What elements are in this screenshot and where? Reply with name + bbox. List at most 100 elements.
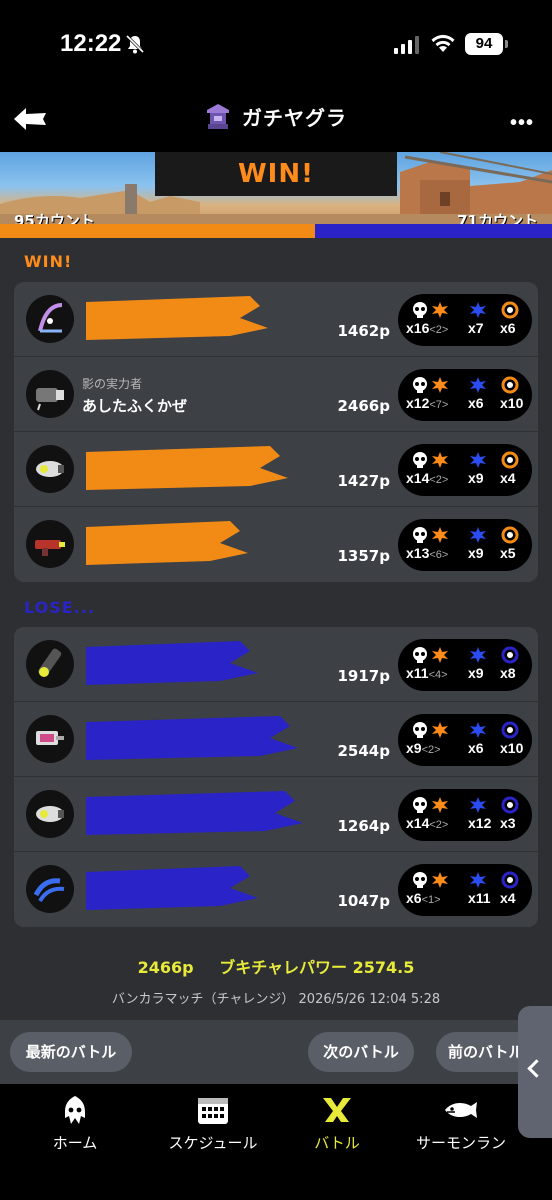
player-stats: x9<2> x6 x10 (398, 714, 532, 766)
special-weapon-icon (501, 376, 519, 394)
player-points: 2466p (337, 397, 391, 415)
player-name: あしたふくかぜ (82, 397, 188, 415)
kill-assist-count: x14<2> (406, 815, 448, 831)
tab-salmon-run[interactable]: サーモンラン (392, 1094, 530, 1153)
player-row[interactable]: 2544p x9<2> x6 x10 (14, 702, 538, 777)
next-battle-button[interactable]: 次のバトル (308, 1032, 414, 1072)
death-count: x6 (468, 395, 484, 411)
special-count: x10 (500, 740, 524, 756)
tab-home[interactable]: ホーム (6, 1094, 144, 1153)
page-title: ガチヤグラ (242, 106, 348, 130)
splat-icon (432, 377, 448, 393)
kill-assist-count: x11<4> (406, 665, 448, 681)
player-row[interactable]: 影の実力者 あしたふくかぜ 2466p x12<7> x6 x10 (14, 357, 538, 432)
player-row[interactable]: 1462p x16<2> x7 x6 (14, 282, 538, 357)
lose-team-card: 1917p x11<4> x9 x8 2544p x9<2> x6 x10 1264p x14<2… (14, 627, 538, 927)
player-stats: x16<2> x7 x6 (398, 294, 532, 346)
latest-battle-button[interactable]: 最新のバトル (10, 1032, 132, 1072)
player-row[interactable]: 1917p x11<4> x9 x8 (14, 627, 538, 702)
tab-schedule[interactable]: スケジュール (144, 1094, 282, 1153)
win-result-box: WIN! (155, 152, 397, 196)
special-weapon-icon (501, 526, 519, 544)
kill-count: x11 (406, 665, 429, 681)
special-weapon-icon (501, 301, 519, 319)
kill-count: x16 (406, 320, 430, 336)
assist-count: <1> (421, 894, 441, 906)
player-points: 1047p (337, 892, 391, 910)
player-points: 2544p (337, 742, 391, 760)
kill-count: x14 (406, 470, 430, 486)
tab-label: バトル (314, 1134, 360, 1152)
player-stats: x14<2> x12 x3 (398, 789, 532, 841)
tab-label: ホーム (52, 1134, 98, 1152)
roller-weapon-icon (26, 715, 74, 763)
death-icon (470, 872, 486, 888)
player-points: 1462p (337, 322, 391, 340)
kill-count: x12 (406, 395, 430, 411)
special-count: x8 (500, 665, 516, 681)
death-count: x9 (468, 470, 484, 486)
splat-skull-icon (413, 872, 427, 888)
death-icon (470, 452, 486, 468)
kill-assist-count: x9<2> (406, 740, 441, 756)
more-options-button[interactable]: ••• (510, 112, 534, 135)
ink-splash (86, 296, 268, 340)
side-panel-handle[interactable] (518, 1006, 552, 1138)
tower-control-icon (206, 103, 229, 129)
death-icon (470, 527, 486, 543)
kill-assist-count: x14<2> (406, 470, 448, 486)
weapon-power: ブキチャレパワー 2574.5 (219, 958, 415, 977)
calendar-icon (198, 1098, 228, 1124)
special-count: x4 (500, 470, 516, 486)
status-time: 12:22 (60, 30, 122, 57)
death-count: x6 (468, 740, 484, 756)
battle-icon (323, 1098, 351, 1122)
lose-team-label: LOSE... (24, 598, 95, 617)
player-row[interactable]: 1357p x13<6> x9 x5 (14, 507, 538, 582)
bell-muted-icon (125, 34, 145, 54)
player-row[interactable]: 1047p x6<1> x11 x4 (14, 852, 538, 927)
splat-icon (432, 872, 448, 888)
kill-count: x13 (406, 545, 430, 561)
player-stats: x6<1> x11 x4 (398, 864, 532, 916)
kill-assist-count: x6<1> (406, 890, 441, 906)
salmon-icon (445, 1102, 477, 1118)
ink-splash (86, 521, 248, 565)
special-weapon-icon (501, 721, 519, 739)
tab-label: サーモンラン (415, 1134, 506, 1152)
player-stats: x12<7> x6 x10 (398, 369, 532, 421)
nav-header: ガチヤグラ ••• (0, 90, 552, 152)
splat-icon (432, 797, 448, 813)
death-icon (470, 722, 486, 738)
assist-count: <2> (429, 474, 449, 486)
win-team-label: WIN! (24, 252, 73, 271)
my-points: 2466p (137, 958, 194, 977)
player-stats: x11<4> x9 x8 (398, 639, 532, 691)
battle-detail: WIN! 1462p x16<2> x7 x6 影の実力者 あしたふくかぜ 2466p x12… (0, 238, 552, 1020)
player-row[interactable]: 1264p x14<2> x12 x3 (14, 777, 538, 852)
blaster-weapon-icon (26, 790, 74, 838)
player-stats: x13<6> x9 x5 (398, 519, 532, 571)
special-weapon-icon (501, 796, 519, 814)
splat-icon (432, 527, 448, 543)
death-count: x7 (468, 320, 484, 336)
assist-count: <2> (429, 324, 449, 336)
player-row[interactable]: 1427p x14<2> x9 x4 (14, 432, 538, 507)
ink-splash (86, 791, 303, 835)
death-icon (470, 647, 486, 663)
match-info: バンカラマッチ（チャレンジ） 2026/5/26 12:04 5:28 (111, 992, 441, 1007)
score-bar-win-fill (0, 224, 315, 238)
player-points: 1264p (337, 817, 391, 835)
death-count: x12 (468, 815, 492, 831)
kill-assist-count: x13<6> (406, 545, 448, 561)
special-count: x5 (500, 545, 516, 561)
death-icon (470, 302, 486, 318)
tab-battle[interactable]: バトル (268, 1094, 406, 1153)
splat-icon (432, 647, 448, 663)
footer-points-line: 2466p ブキチャレパワー 2574.5 (0, 954, 552, 978)
bottom-tab-bar: ホーム スケジュール バトル サーモンラン (0, 1084, 552, 1200)
death-icon (470, 377, 486, 393)
ink-splash (86, 446, 288, 490)
splat-skull-icon (413, 302, 427, 318)
special-weapon-icon (501, 871, 519, 889)
